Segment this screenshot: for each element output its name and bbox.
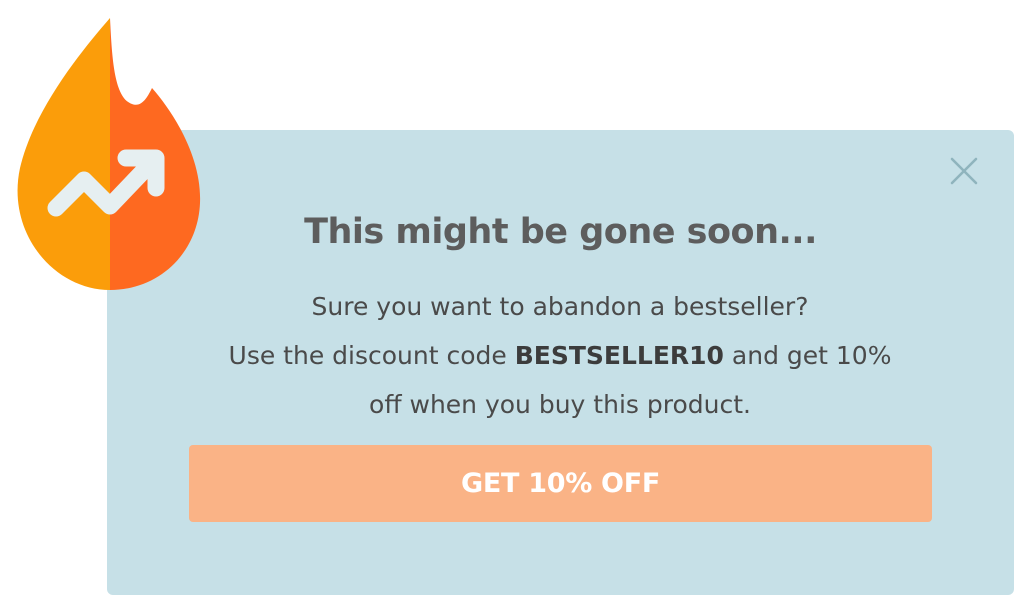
popup-message: Sure you want to abandon a bestseller? U… (160, 282, 960, 429)
popup-title: This might be gone soon... (304, 212, 817, 252)
message-line-3: off when you buy this product. (369, 390, 751, 419)
discount-popup-stage: This might be gone soon... Sure you want… (0, 0, 1024, 607)
close-icon[interactable] (945, 153, 981, 189)
message-line-2: Use the discount code BESTSELLER10 and g… (160, 331, 960, 380)
get-discount-button[interactable]: GET 10% OFF (189, 445, 932, 522)
message-line-2-suffix: and get 10% (723, 341, 892, 370)
message-line-1: Sure you want to abandon a bestseller? (311, 292, 809, 321)
message-line-2-prefix: Use the discount code (228, 341, 515, 370)
discount-code: BESTSELLER10 (514, 341, 724, 370)
